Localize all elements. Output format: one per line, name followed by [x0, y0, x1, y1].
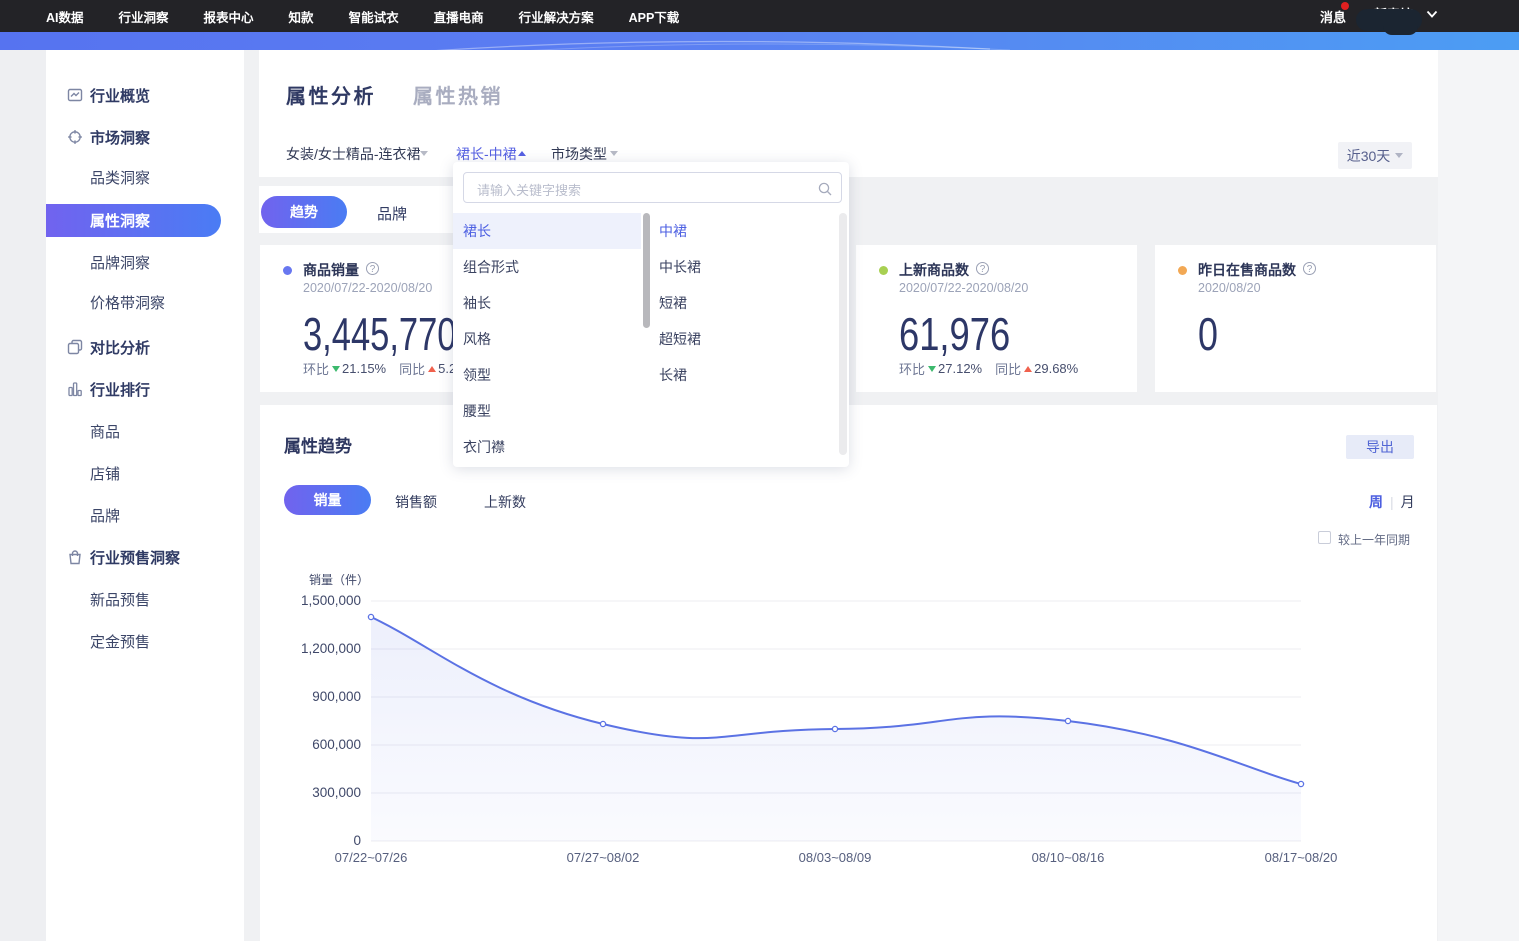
- svg-text:600,000: 600,000: [312, 737, 361, 752]
- svg-text:销量（件）: 销量（件）: [309, 573, 369, 587]
- svg-text:07/27~08/02: 07/27~08/02: [567, 850, 640, 865]
- svg-text:0: 0: [353, 833, 361, 848]
- svg-text:900,000: 900,000: [312, 689, 361, 704]
- svg-text:07/22~07/26: 07/22~07/26: [335, 850, 408, 865]
- svg-text:08/10~08/16: 08/10~08/16: [1032, 850, 1105, 865]
- svg-text:300,000: 300,000: [312, 785, 361, 800]
- svg-text:1,500,000: 1,500,000: [301, 593, 361, 608]
- svg-text:08/17~08/20: 08/17~08/20: [1265, 850, 1338, 865]
- svg-text:08/03~08/09: 08/03~08/09: [799, 850, 872, 865]
- svg-text:1,200,000: 1,200,000: [301, 641, 361, 656]
